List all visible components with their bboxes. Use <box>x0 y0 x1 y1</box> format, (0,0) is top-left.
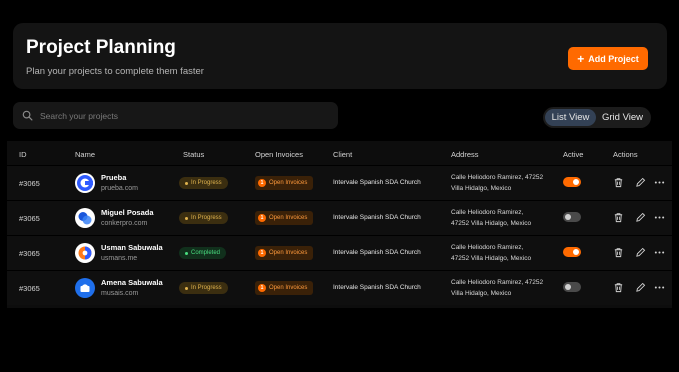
edit-icon[interactable] <box>635 247 646 258</box>
column-actions: Actions <box>613 150 638 159</box>
invoice-label: Open Invoices <box>269 180 308 186</box>
projects-table: ID Name Status Open Invoices Client Addr… <box>7 141 672 308</box>
invoice-label: Open Invoices <box>269 250 308 256</box>
plus-icon: + <box>577 51 585 66</box>
project-name: Miguel Posada <box>101 208 154 217</box>
project-site: conkerpro.com <box>101 220 148 227</box>
client-name: Intervale Spanish SDA Church <box>333 249 421 256</box>
invoice-count: 1 <box>258 179 266 187</box>
invoice-count: 1 <box>258 284 266 292</box>
add-project-button[interactable]: + Add Project <box>568 47 648 70</box>
trash-icon[interactable] <box>613 177 624 188</box>
project-name: Prueba <box>101 173 127 182</box>
invoice-label: Open Invoices <box>269 215 308 221</box>
invoice-label: Open Invoices <box>269 285 308 291</box>
c-logo-icon <box>75 173 95 193</box>
client-name: Intervale Spanish SDA Church <box>333 179 421 186</box>
grid-view-button[interactable]: Grid View <box>596 109 649 126</box>
column-client: Client <box>333 150 353 159</box>
search-bar[interactable] <box>13 102 338 129</box>
page-title: Project Planning <box>26 37 176 58</box>
search-input[interactable] <box>40 110 320 121</box>
column-active: Active <box>563 150 584 159</box>
active-toggle[interactable] <box>563 282 581 292</box>
trash-icon[interactable] <box>613 282 624 293</box>
address-line-2: 47252 Villa Hidalgo, Mexico <box>451 255 532 262</box>
active-toggle[interactable] <box>563 212 581 222</box>
trash-icon[interactable] <box>613 212 624 223</box>
status-label: In Progress <box>191 285 222 291</box>
page-subtitle: Plan your projects to complete them fast… <box>26 66 204 77</box>
active-toggle[interactable] <box>563 247 581 257</box>
address-line-2: Villa Hidalgo, Mexico <box>451 290 512 297</box>
invoice-count: 1 <box>258 249 266 257</box>
header-card: Project Planning Plan your projects to c… <box>13 23 667 89</box>
address-line-1: Calle Heliodoro Ramirez, <box>451 244 524 251</box>
status-label: In Progress <box>191 180 222 186</box>
status-dot-icon <box>185 286 188 290</box>
status-badge: In Progress <box>179 282 228 294</box>
view-toggle: List View Grid View <box>543 107 651 128</box>
active-toggle[interactable] <box>563 177 581 187</box>
column-address: Address <box>451 150 479 159</box>
address-line-2: 47252 Villa Hidalgo, Mexico <box>451 220 532 227</box>
project-id: #3065 <box>19 249 40 258</box>
address-line-1: Calle Heliodoro Ramirez, 47252 <box>451 174 544 181</box>
status-dot-icon <box>185 216 188 220</box>
table-row[interactable]: #3065 Miguel Posada conkerpro.com In Pro… <box>7 200 672 235</box>
project-id: #3065 <box>19 179 40 188</box>
status-label: In Progress <box>191 215 222 221</box>
address-line-1: Calle Heliodoro Ramirez, <box>451 209 524 216</box>
more-icon[interactable] <box>654 177 665 188</box>
search-icon <box>22 110 33 121</box>
more-icon[interactable] <box>654 282 665 293</box>
table-header: ID Name Status Open Invoices Client Addr… <box>7 141 672 165</box>
blue-circles-icon <box>75 208 95 228</box>
status-badge: Completed <box>179 247 227 259</box>
edit-icon[interactable] <box>635 212 646 223</box>
blue-tile-icon <box>75 278 95 298</box>
status-dot-icon <box>185 251 188 255</box>
add-project-label: Add Project <box>588 53 639 64</box>
client-name: Intervale Spanish SDA Church <box>333 214 421 221</box>
project-site: musais.com <box>101 290 139 297</box>
orange-half-icon <box>75 243 95 263</box>
project-name: Usman Sabuwala <box>101 243 163 252</box>
edit-icon[interactable] <box>635 177 646 188</box>
edit-icon[interactable] <box>635 282 646 293</box>
toggle-knob <box>565 214 571 220</box>
status-badge: In Progress <box>179 177 228 189</box>
more-icon[interactable] <box>654 212 665 223</box>
address-line-1: Calle Heliodoro Ramirez, 47252 <box>451 279 544 286</box>
trash-icon[interactable] <box>613 247 624 258</box>
column-id: ID <box>19 150 27 159</box>
open-invoices-badge[interactable]: 1 Open Invoices <box>255 246 313 260</box>
project-name: Amena Sabuwala <box>101 278 163 287</box>
more-icon[interactable] <box>654 247 665 258</box>
project-site: prueba.com <box>101 185 138 192</box>
column-status: Status <box>183 150 205 159</box>
status-label: Completed <box>191 250 221 256</box>
open-invoices-badge[interactable]: 1 Open Invoices <box>255 281 313 295</box>
list-view-button[interactable]: List View <box>545 109 596 126</box>
status-badge: In Progress <box>179 212 228 224</box>
table-row[interactable]: #3065 Amena Sabuwala musais.com In Progr… <box>7 270 672 305</box>
open-invoices-badge[interactable]: 1 Open Invoices <box>255 211 313 225</box>
column-name: Name <box>75 150 96 159</box>
table-row[interactable]: #3065 Prueba prueba.com In Progress 1 Op… <box>7 165 672 200</box>
column-open-invoices: Open Invoices <box>255 150 303 159</box>
project-id: #3065 <box>19 284 40 293</box>
address-line-2: Villa Hidalgo, Mexico <box>451 185 512 192</box>
toggle-knob <box>565 284 571 290</box>
toggle-knob <box>573 249 579 255</box>
project-id: #3065 <box>19 214 40 223</box>
project-site: usmans.me <box>101 255 138 262</box>
status-dot-icon <box>185 181 188 185</box>
client-name: Intervale Spanish SDA Church <box>333 284 421 291</box>
invoice-count: 1 <box>258 214 266 222</box>
toggle-knob <box>573 179 579 185</box>
open-invoices-badge[interactable]: 1 Open Invoices <box>255 176 313 190</box>
table-row[interactable]: #3065 Usman Sabuwala usmans.me Completed… <box>7 235 672 270</box>
